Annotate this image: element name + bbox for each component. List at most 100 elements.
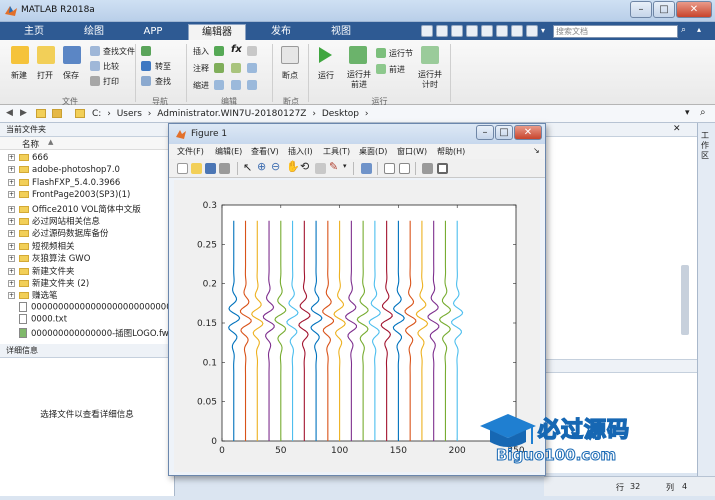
print-button[interactable]: 打印: [103, 76, 119, 87]
find-button[interactable]: 查找: [155, 76, 171, 87]
workspace-tab-label[interactable]: 工作区: [701, 131, 713, 161]
expand-icon[interactable]: +: [8, 242, 15, 250]
quick-access-dropdown-icon[interactable]: ▾: [541, 26, 545, 35]
comment-percent-icon[interactable]: [214, 63, 224, 73]
expand-icon[interactable]: +: [8, 267, 15, 275]
open-button[interactable]: 打开: [37, 70, 53, 81]
workspace-side-tab[interactable]: 工作区: [697, 123, 715, 496]
file-list-item[interactable]: + FlashFXP_5.4.0.3966: [8, 178, 120, 190]
file-list-item[interactable]: + 新建文件夹 (2): [8, 277, 89, 289]
run-section-icon[interactable]: [376, 48, 386, 58]
menu-desktop[interactable]: 桌面(D): [359, 146, 387, 157]
menu-view[interactable]: 查看(V): [251, 146, 279, 157]
breadcrumb-drive[interactable]: C:: [92, 109, 101, 119]
file-list-item[interactable]: + 赚选笔: [8, 289, 58, 301]
pan-hand-icon[interactable]: ✋: [286, 160, 300, 173]
data-cursor-icon[interactable]: [315, 163, 326, 174]
advance-button[interactable]: 前进: [389, 64, 405, 75]
save-button[interactable]: 保存: [63, 70, 79, 81]
compare-button[interactable]: 比较: [103, 61, 119, 72]
copy-quick-icon[interactable]: [451, 25, 463, 37]
expand-icon[interactable]: +: [8, 255, 15, 263]
tab-apps[interactable]: APP: [128, 24, 178, 40]
ribbon-collapse-icon[interactable]: ▴: [697, 25, 709, 37]
print-figure-icon[interactable]: [219, 163, 230, 174]
function-fx-icon[interactable]: fx: [231, 44, 242, 55]
new-figure-icon[interactable]: [177, 163, 188, 174]
file-list-item[interactable]: + adobe-photoshop7.0: [8, 165, 120, 177]
save-icon[interactable]: [63, 46, 81, 64]
breadcrumb-desktop[interactable]: Desktop: [322, 109, 359, 119]
save-quick-icon[interactable]: [421, 25, 433, 37]
brush-icon[interactable]: ✎: [329, 160, 338, 173]
run-icon[interactable]: [316, 46, 334, 64]
brush-dropdown-icon[interactable]: ▾: [343, 162, 347, 170]
rotate-3d-icon[interactable]: ⟲: [300, 160, 309, 173]
expand-icon[interactable]: +: [8, 154, 15, 161]
help-quick-icon[interactable]: [526, 25, 538, 37]
search-icon[interactable]: ⌕: [681, 25, 693, 37]
up-folder-icon[interactable]: [52, 109, 62, 118]
workspace-close-icon[interactable]: ✕: [673, 124, 681, 134]
file-list-item[interactable]: + 必过网站相关信息: [8, 215, 100, 227]
menu-edit[interactable]: 编辑(E): [215, 146, 242, 157]
file-list-item[interactable]: +666: [8, 153, 48, 165]
cut-quick-icon[interactable]: [436, 25, 448, 37]
breadcrumb[interactable]: C: › Users › Administrator.WIN7U-2018012…: [92, 109, 371, 119]
indent-button[interactable]: 缩进: [193, 80, 209, 91]
run-section-button[interactable]: 运行节: [389, 48, 413, 59]
menu-window[interactable]: 窗口(W): [397, 146, 427, 157]
increase-indent-icon[interactable]: [231, 80, 241, 90]
paste-quick-icon[interactable]: [466, 25, 478, 37]
expand-icon[interactable]: +: [8, 292, 15, 300]
expand-icon[interactable]: +: [8, 280, 15, 287]
expand-icon[interactable]: +: [8, 166, 15, 174]
undo-quick-icon[interactable]: [481, 25, 493, 37]
back-icon[interactable]: ◀: [6, 108, 13, 118]
expand-icon[interactable]: +: [8, 191, 15, 199]
run-and-time-icon[interactable]: [421, 46, 439, 64]
wrap-comments-icon[interactable]: [247, 63, 257, 73]
expand-icon[interactable]: +: [8, 218, 15, 225]
insert-button[interactable]: 插入: [193, 46, 209, 57]
file-list-item[interactable]: + 必过源码数据库备份: [8, 227, 109, 239]
maximize-button[interactable]: □: [653, 1, 675, 18]
breadcrumb-users[interactable]: Users: [117, 109, 142, 119]
close-button[interactable]: ✕: [676, 1, 712, 18]
expand-icon[interactable]: +: [8, 230, 15, 238]
insert-colorbar-icon[interactable]: [384, 163, 395, 174]
tab-home[interactable]: 主页: [12, 24, 56, 40]
run-and-time-button[interactable]: 运行并计时: [417, 70, 443, 90]
hide-plot-tools-icon[interactable]: [422, 163, 433, 174]
file-list-item[interactable]: + 灰狼算法 GWO: [8, 252, 90, 264]
breadcrumb-user[interactable]: Administrator.WIN7U-20180127Z: [157, 109, 306, 119]
tab-view[interactable]: 视图: [316, 24, 366, 40]
uncomment-icon[interactable]: [231, 63, 241, 73]
tab-publish[interactable]: 发布: [256, 24, 306, 40]
find-files-button[interactable]: 查找文件: [103, 46, 135, 57]
forward-icon[interactable]: ▶: [20, 108, 27, 118]
print-icon[interactable]: [90, 76, 100, 86]
new-button[interactable]: 新建: [11, 70, 27, 81]
redo-quick-icon[interactable]: [496, 25, 508, 37]
file-list-item[interactable]: + Office2010 VOL简体中文版: [8, 203, 141, 215]
figure-minimize-button[interactable]: –: [476, 125, 494, 140]
compare-icon[interactable]: [90, 61, 100, 71]
go-to-button[interactable]: 转至: [155, 61, 171, 72]
file-list-item[interactable]: + 新建文件夹: [8, 265, 75, 277]
file-list-item[interactable]: 000000000000000-插图LOGO.fw.p...: [8, 327, 184, 339]
zoom-in-icon[interactable]: ⊕: [257, 160, 266, 173]
goto-arrow-icon[interactable]: [141, 61, 151, 71]
browse-folder-icon[interactable]: [36, 109, 46, 118]
breakpoints-icon[interactable]: [281, 46, 299, 64]
run-button[interactable]: 运行: [318, 70, 334, 81]
file-list-item[interactable]: + 短视频相关: [8, 240, 75, 252]
breakpoints-button[interactable]: 断点: [282, 70, 298, 81]
figure-close-button[interactable]: ✕: [514, 125, 542, 140]
expand-icon[interactable]: +: [8, 178, 15, 186]
tab-editor[interactable]: 编辑器: [188, 24, 246, 40]
advance-icon[interactable]: [376, 64, 386, 74]
figure-maximize-button[interactable]: □: [495, 125, 513, 140]
find-icon[interactable]: [141, 76, 151, 86]
tab-plots[interactable]: 绘图: [72, 24, 116, 40]
